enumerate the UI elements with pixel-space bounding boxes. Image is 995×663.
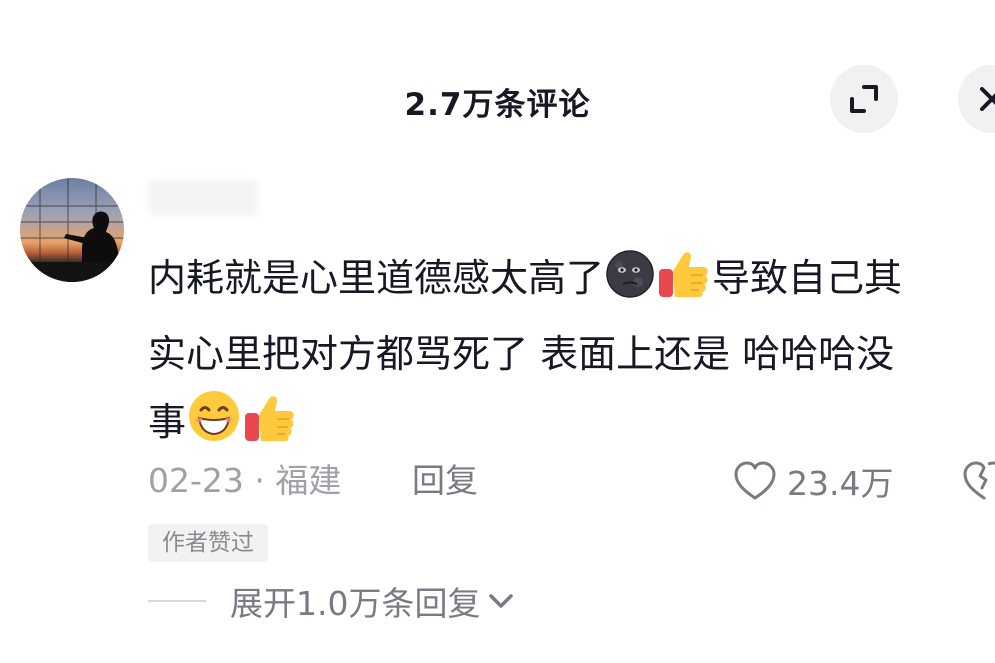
meta-separator: · <box>254 461 265 500</box>
avatar[interactable] <box>20 178 124 282</box>
comment-location: 福建 <box>275 461 342 500</box>
comment-meta: 02-23 · 福建 <box>148 458 341 504</box>
comment-text-segment-1: 内耗就是心里道德感太高了 <box>148 256 605 300</box>
close-icon <box>980 87 995 111</box>
chevron-down-icon <box>489 594 514 608</box>
reply-button[interactable]: 回复 <box>412 458 478 504</box>
comment-text: 内耗就是心里道德感太高了 导致自己其 实心里把对方都骂死了 表面上还是 哈哈哈没 … <box>148 244 993 464</box>
expand-button[interactable] <box>830 65 898 133</box>
grinning-emoji-icon <box>187 389 241 464</box>
expand-icon <box>850 85 878 113</box>
comment-line-3: 事 <box>148 388 993 464</box>
broken-heart-icon <box>963 461 995 500</box>
expand-replies-button[interactable]: 展开1.0万条回复 <box>148 578 516 624</box>
username-blurred <box>148 180 258 216</box>
thumbs-up-emoji-icon <box>657 249 711 320</box>
expand-divider-line <box>148 600 206 602</box>
comment-line-1: 内耗就是心里道德感太高了 导致自己其 <box>148 244 993 320</box>
comment-date: 02-23 <box>148 461 244 500</box>
expand-replies-label: 展开1.0万条回复 <box>230 584 481 623</box>
comment-text-segment-2: 导致自己其 <box>712 256 903 300</box>
like-count: 23.4万 <box>787 464 894 503</box>
heart-icon <box>734 461 776 500</box>
avatar-silhouette-image <box>20 178 124 282</box>
thumbs-up-emoji-icon <box>243 393 297 464</box>
dark-moon-emoji-icon <box>605 249 655 320</box>
like-button[interactable]: 23.4万 <box>733 457 893 505</box>
dislike-button[interactable] <box>962 460 995 506</box>
comment-line-2: 实心里把对方都骂死了 表面上还是 哈哈哈没 <box>148 332 895 376</box>
author-liked-badge: 作者赞过 <box>148 524 268 562</box>
comment-text-segment-3: 事 <box>148 400 187 444</box>
